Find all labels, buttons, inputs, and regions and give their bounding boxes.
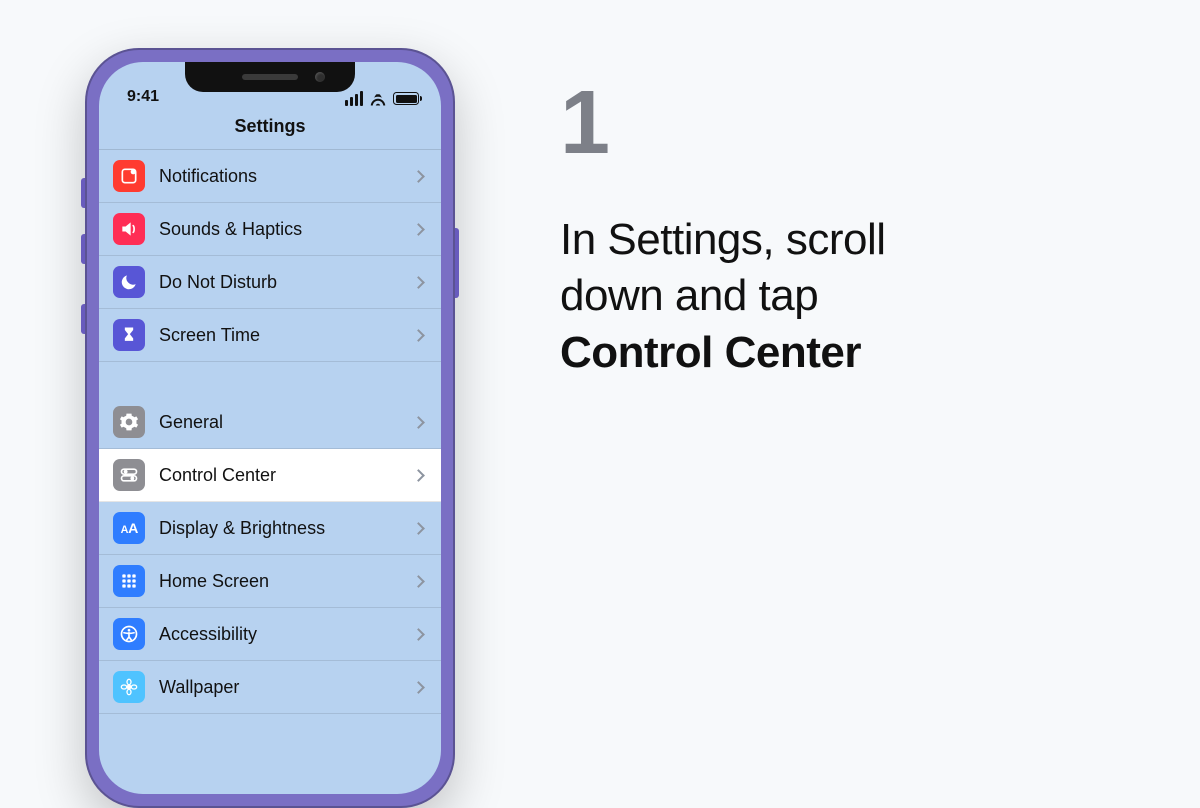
chevron-right-icon	[412, 681, 425, 694]
status-icons	[345, 91, 419, 106]
settings-row-accessibility[interactable]: Accessibility	[99, 608, 441, 661]
svg-text:A: A	[128, 521, 138, 537]
row-label: Display & Brightness	[159, 518, 400, 539]
chevron-right-icon	[412, 329, 425, 342]
settings-row-display-brightness[interactable]: AA Display & Brightness	[99, 502, 441, 555]
settings-row-control-center[interactable]: Control Center	[99, 449, 441, 502]
settings-row-general[interactable]: General	[99, 396, 441, 449]
step-line-1: In Settings, scroll	[560, 215, 886, 264]
row-label: Accessibility	[159, 624, 400, 645]
front-camera	[315, 72, 325, 82]
chevron-right-icon	[412, 628, 425, 641]
step-text: In Settings, scroll down and tap Control…	[560, 212, 1120, 381]
step-line-2: down and tap	[560, 271, 818, 320]
settings-row-notifications[interactable]: Notifications	[99, 150, 441, 203]
settings-row-sounds-haptics[interactable]: Sounds & Haptics	[99, 203, 441, 256]
step-emphasis: Control Center	[560, 328, 861, 377]
switches-icon	[113, 459, 145, 491]
phone-frame: 9:41 Settings Notifications So	[85, 48, 455, 808]
chevron-right-icon	[412, 575, 425, 588]
grid-icon	[113, 565, 145, 597]
wifi-icon	[369, 92, 387, 106]
sounds-icon	[113, 213, 145, 245]
settings-row-do-not-disturb[interactable]: Do Not Disturb	[99, 256, 441, 309]
settings-row-wallpaper[interactable]: Wallpaper	[99, 661, 441, 714]
row-label: Do Not Disturb	[159, 272, 400, 293]
row-label: Wallpaper	[159, 677, 400, 698]
row-label: Sounds & Haptics	[159, 219, 400, 240]
nav-title: Settings	[99, 110, 441, 150]
notifications-icon	[113, 160, 145, 192]
notch	[185, 62, 355, 92]
chevron-right-icon	[412, 469, 425, 482]
row-label: General	[159, 412, 400, 433]
cellular-icon	[345, 91, 363, 106]
chevron-right-icon	[412, 223, 425, 236]
accessibility-icon	[113, 618, 145, 650]
row-label: Screen Time	[159, 325, 400, 346]
hourglass-icon	[113, 319, 145, 351]
row-label: Home Screen	[159, 571, 400, 592]
phone-screen: 9:41 Settings Notifications So	[99, 62, 441, 794]
flower-icon	[113, 671, 145, 703]
settings-row-home-screen[interactable]: Home Screen	[99, 555, 441, 608]
chevron-right-icon	[412, 416, 425, 429]
chevron-right-icon	[412, 170, 425, 183]
row-label: Notifications	[159, 166, 400, 187]
settings-list[interactable]: Notifications Sounds & Haptics Do Not Di…	[99, 150, 441, 714]
battery-icon	[393, 92, 419, 105]
speaker	[242, 74, 298, 80]
status-time: 9:41	[127, 88, 159, 106]
chevron-right-icon	[412, 276, 425, 289]
instruction-panel: 1 In Settings, scroll down and tap Contr…	[560, 78, 1120, 381]
gear-icon	[113, 406, 145, 438]
text-size-icon: AA	[113, 512, 145, 544]
step-number: 1	[560, 78, 1120, 168]
row-label: Control Center	[159, 465, 400, 486]
group-separator	[99, 362, 441, 396]
chevron-right-icon	[412, 522, 425, 535]
settings-row-screen-time[interactable]: Screen Time	[99, 309, 441, 362]
moon-icon	[113, 266, 145, 298]
